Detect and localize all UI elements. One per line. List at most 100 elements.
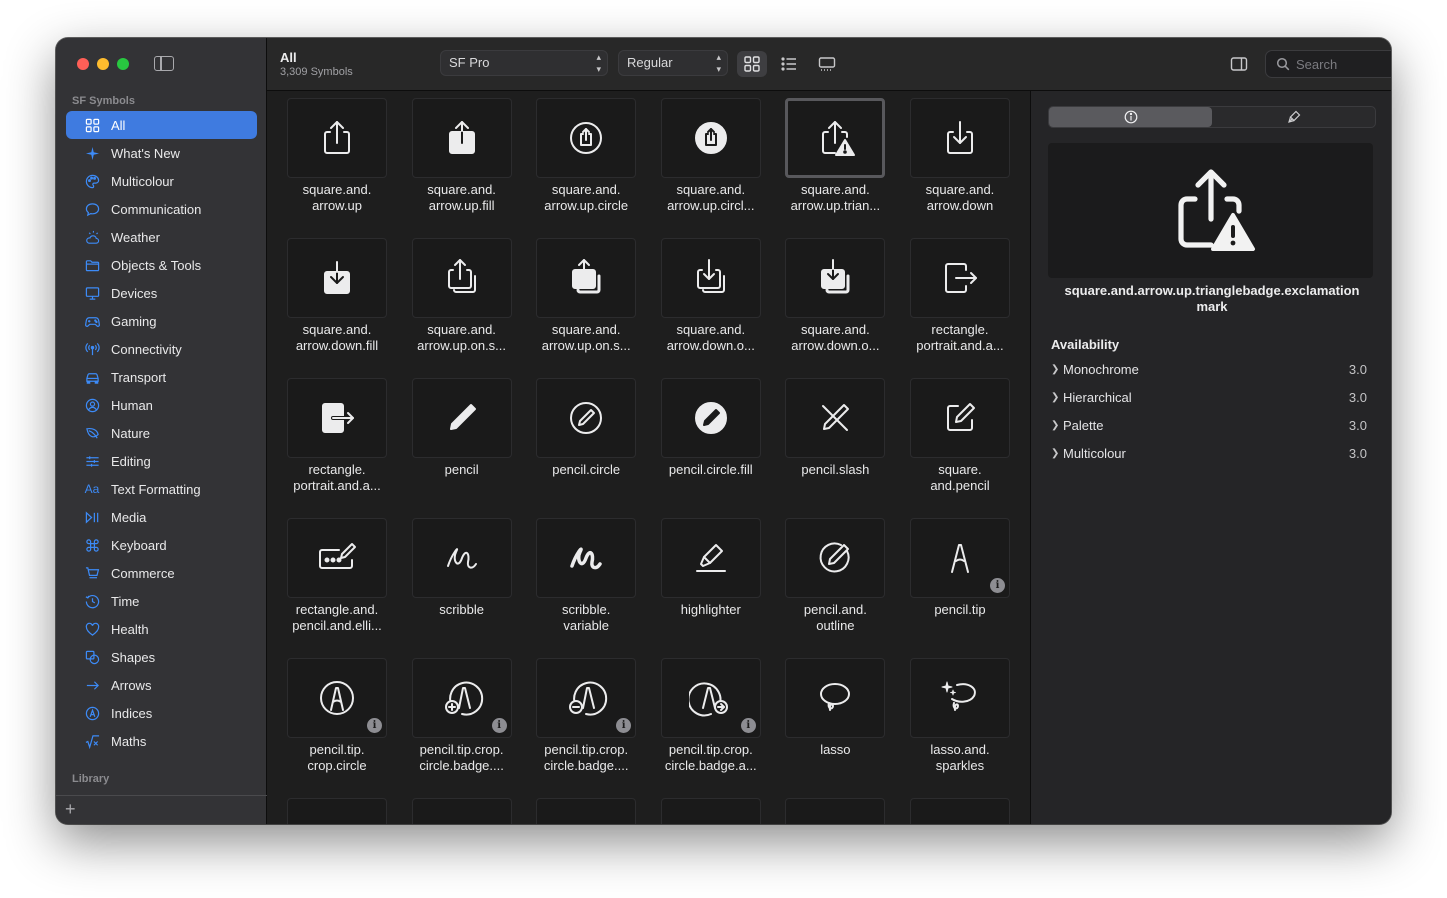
symbol-cell[interactable]: pencil.and. outline	[785, 518, 886, 658]
add-collection-button[interactable]: +	[65, 799, 76, 819]
symbol-cell[interactable]: square.and. arrow.down	[909, 98, 1010, 238]
info-tab[interactable]	[1049, 107, 1212, 127]
symbol-cell[interactable]: i pencil.tip	[909, 518, 1010, 658]
symbol-cell[interactable]: scribble	[411, 518, 512, 658]
rect-partial-icon	[813, 816, 857, 824]
symbol-cell[interactable]: square.and. arrow.down.o...	[660, 238, 761, 378]
availability-row[interactable]: ❯ Monochrome 3.0	[1051, 355, 1367, 383]
sidebar-toggle-icon[interactable]	[154, 56, 174, 71]
circle-partial-icon	[564, 816, 608, 824]
info-badge-icon[interactable]: i	[740, 718, 756, 733]
symbol-cell[interactable]: pencil.slash	[785, 378, 886, 518]
sidebar-item-label: Media	[111, 509, 147, 525]
sidebar-item-text-formatting[interactable]: Aa Text Formatting	[66, 475, 257, 503]
symbol-cell[interactable]: square.and. arrow.up.fill	[411, 98, 512, 238]
symbol-tile	[909, 238, 1010, 318]
sidebar-item-human[interactable]: Human	[66, 391, 257, 419]
info-badge-icon[interactable]: i	[491, 718, 507, 733]
symbol-cell[interactable]	[660, 798, 761, 824]
grid-view-button[interactable]	[737, 51, 767, 77]
symbol-cell[interactable]: lasso	[785, 658, 886, 798]
symbol-tile	[909, 658, 1010, 738]
sidebar-item-label: Nature	[111, 425, 151, 441]
sidebar-item-communication[interactable]: Communication	[66, 195, 257, 223]
textformat-icon: Aa	[84, 482, 100, 496]
sidebar-item-shapes[interactable]: Shapes	[66, 643, 257, 671]
symbol-name: square.and. arrow.up.on.s...	[541, 322, 631, 353]
close-button[interactable]	[77, 58, 89, 70]
customize-tab[interactable]	[1212, 107, 1375, 127]
info-badge-icon[interactable]: i	[616, 718, 632, 733]
symbol-cell[interactable]: square.and. arrow.up.trian...	[785, 98, 886, 238]
symbol-cell[interactable]: square.and. arrow.up	[287, 98, 387, 238]
symbol-cell[interactable]: i pencil.tip.crop. circle.badge.a...	[660, 658, 761, 798]
sidebar-item-all[interactable]: All	[66, 111, 257, 139]
sidebar-item-devices[interactable]: Devices	[66, 279, 257, 307]
inspector-toggle-button[interactable]	[1224, 51, 1254, 77]
sidebar-item-nature[interactable]: Nature	[66, 419, 257, 447]
symbol-cell[interactable]: lasso.and. sparkles	[909, 658, 1010, 798]
symbol-cell[interactable]	[287, 798, 387, 824]
symbol-cell[interactable]	[411, 798, 512, 824]
symbol-cell[interactable]: scribble. variable	[536, 518, 637, 658]
sidebar-item-gaming[interactable]: Gaming	[66, 307, 257, 335]
sidebar-item-multicolour[interactable]: Multicolour	[66, 167, 257, 195]
search-field[interactable]	[1265, 50, 1391, 78]
symbol-name: scribble. variable	[561, 602, 611, 633]
sidebar-item-what-s-new[interactable]: What's New	[66, 139, 257, 167]
weight-popup[interactable]: Regular ▴ ▾	[618, 50, 728, 76]
font-popup[interactable]: SF Pro ▴ ▾	[440, 50, 608, 76]
symbol-cell[interactable]	[536, 798, 637, 824]
symbol-name: lasso	[820, 742, 851, 757]
minimize-button[interactable]	[97, 58, 109, 70]
symbol-cell[interactable]	[785, 798, 886, 824]
symbol-cell[interactable]: square.and. arrow.up.on.s...	[411, 238, 512, 378]
sidebar-item-editing[interactable]: Editing	[66, 447, 257, 475]
symbol-cell[interactable]: square.and. arrow.up.circl...	[660, 98, 761, 238]
symbol-cell[interactable]: i pencil.tip.crop. circle.badge....	[536, 658, 637, 798]
sidebar-item-keyboard[interactable]: Keyboard	[66, 531, 257, 559]
symbol-tile	[909, 98, 1010, 178]
sidebar-item-indices[interactable]: Indices	[66, 699, 257, 727]
sidebar-item-time[interactable]: Time	[66, 587, 257, 615]
symbol-cell[interactable]: square. and.pencil	[909, 378, 1010, 518]
sidebar-item-connectivity[interactable]: Connectivity	[66, 335, 257, 363]
info-badge-icon[interactable]: i	[367, 718, 382, 733]
gallery-view-button[interactable]	[812, 51, 842, 77]
symbol-cell[interactable]: pencil.circle	[536, 378, 637, 518]
zoom-button[interactable]	[117, 58, 129, 70]
symbol-cell[interactable]: pencil.circle.fill	[660, 378, 761, 518]
sidebar-item-label: Shapes	[111, 649, 156, 665]
search-input[interactable]	[1296, 51, 1391, 77]
symbol-name: scribble	[439, 602, 484, 617]
symbol-tile	[536, 238, 637, 318]
symbol-cell[interactable]: rectangle. portrait.and.a...	[909, 238, 1010, 378]
list-view-button[interactable]	[774, 51, 804, 77]
symbol-cell[interactable]: pencil	[411, 378, 512, 518]
symbol-cell[interactable]: rectangle. portrait.and.a...	[287, 378, 387, 518]
symbol-cell[interactable]: square.and. arrow.down.o...	[785, 238, 886, 378]
sidebar-item-transport[interactable]: Transport	[66, 363, 257, 391]
symbol-grid-area[interactable]: square.and. arrow.up square.and. arrow.up…	[267, 91, 1030, 824]
availability-row[interactable]: ❯ Palette 3.0	[1051, 411, 1367, 439]
symbol-cell[interactable]: highlighter	[660, 518, 761, 658]
symbol-cell[interactable]: i pencil.tip.crop. circle.badge....	[411, 658, 512, 798]
availability-row[interactable]: ❯ Hierarchical 3.0	[1051, 383, 1367, 411]
command-icon	[84, 537, 100, 553]
symbol-cell[interactable]: rectangle.and. pencil.and.elli...	[287, 518, 387, 658]
sidebar-item-objects-tools[interactable]: Objects & Tools	[66, 251, 257, 279]
symbol-cell[interactable]: square.and. arrow.up.on.s...	[536, 238, 637, 378]
pencil-outline-icon	[813, 536, 857, 580]
symbol-cell[interactable]: square.and. arrow.up.circle	[536, 98, 637, 238]
sidebar-item-arrows[interactable]: Arrows	[66, 671, 257, 699]
symbol-cell[interactable]: square.and. arrow.down.fill	[287, 238, 387, 378]
availability-row[interactable]: ❯ Multicolour 3.0	[1051, 439, 1367, 467]
symbol-cell[interactable]: i pencil.tip. crop.circle	[287, 658, 387, 798]
sidebar-item-maths[interactable]: Maths	[66, 727, 257, 755]
sidebar-item-health[interactable]: Health	[66, 615, 257, 643]
sidebar-item-commerce[interactable]: Commerce	[66, 559, 257, 587]
sidebar-item-weather[interactable]: Weather	[66, 223, 257, 251]
sidebar-item-media[interactable]: Media	[66, 503, 257, 531]
info-badge-icon[interactable]: i	[989, 578, 1005, 593]
symbol-cell[interactable]	[909, 798, 1010, 824]
